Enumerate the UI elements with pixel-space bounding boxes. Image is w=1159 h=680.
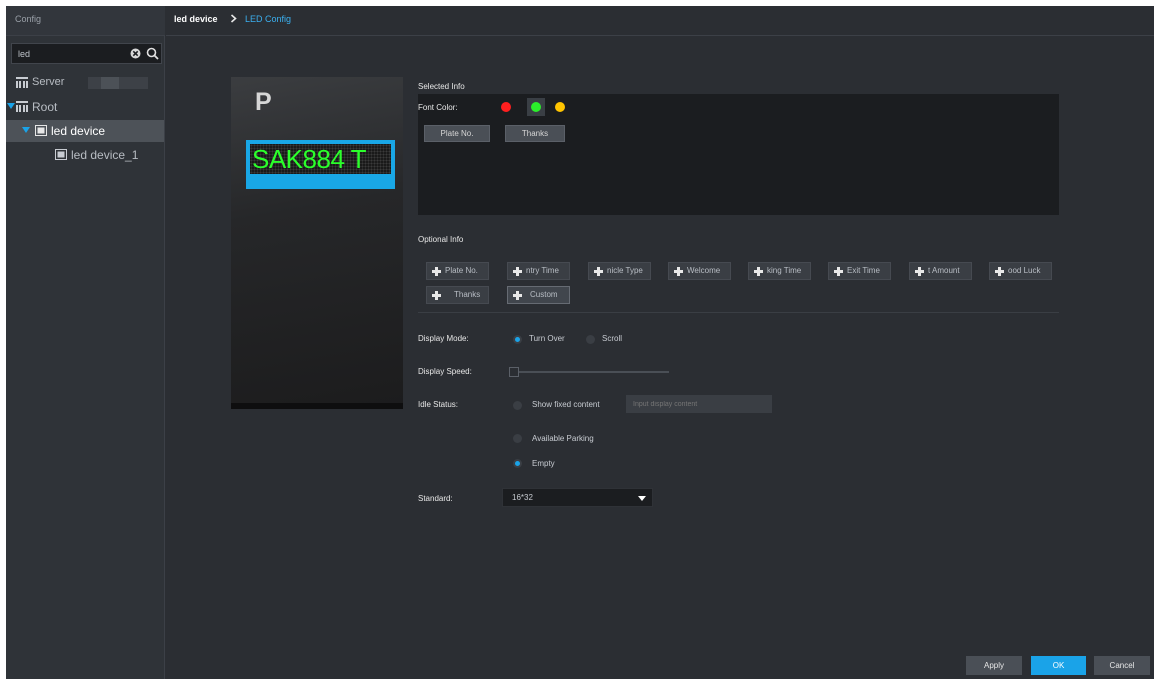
slider-track bbox=[509, 371, 669, 373]
plus-icon bbox=[594, 267, 603, 276]
selected-info-title: Selected Info bbox=[418, 82, 465, 91]
optional-chip-parking-time[interactable]: king Time bbox=[748, 262, 811, 280]
radio-available-parking[interactable] bbox=[513, 434, 522, 443]
search-input[interactable] bbox=[18, 47, 118, 60]
optional-chip-thanks[interactable]: Thanks bbox=[426, 286, 489, 304]
display-speed-slider[interactable] bbox=[509, 367, 669, 377]
optional-chip-plate-no[interactable]: Plate No. bbox=[426, 262, 489, 280]
plus-icon bbox=[754, 267, 763, 276]
tree-item-led-device[interactable]: led device bbox=[6, 120, 164, 142]
idle-status-label: Idle Status: bbox=[418, 400, 459, 409]
optional-chip-amount[interactable]: t Amount bbox=[909, 262, 972, 280]
optional-chip-custom[interactable]: Custom bbox=[507, 286, 570, 304]
led-screen: SAK884 T bbox=[246, 140, 395, 189]
tree-label-server: Server bbox=[32, 76, 65, 88]
standard-label: Standard: bbox=[418, 494, 453, 503]
cancel-button[interactable]: Cancel bbox=[1094, 656, 1150, 675]
led-config-window: Config Server bbox=[6, 6, 1154, 679]
led-device-icon bbox=[35, 125, 47, 136]
radio-show-fixed-label[interactable]: Show fixed content bbox=[532, 400, 600, 409]
optional-chip-good-luck[interactable]: ood Luck bbox=[989, 262, 1052, 280]
led-plate-text: SAK884 T bbox=[252, 144, 367, 174]
clear-icon[interactable] bbox=[130, 48, 141, 59]
sidebar-header: Config bbox=[6, 6, 165, 36]
fixed-content-input[interactable] bbox=[626, 395, 772, 413]
color-green-swatch[interactable] bbox=[531, 102, 541, 112]
radio-empty-label[interactable]: Empty bbox=[532, 459, 555, 468]
expand-arrow-icon[interactable] bbox=[7, 103, 15, 109]
sidebar: Config Server bbox=[6, 6, 165, 679]
plus-icon bbox=[915, 267, 924, 276]
preview-base bbox=[231, 403, 403, 409]
radio-turn-over[interactable] bbox=[513, 335, 522, 344]
tree-label-led-device: led device bbox=[51, 124, 106, 138]
optional-chip-entry-time[interactable]: ntry Time bbox=[507, 262, 570, 280]
color-yellow-swatch[interactable] bbox=[555, 102, 565, 112]
search-box bbox=[11, 43, 162, 64]
tree-label-led-device-1: led device_1 bbox=[71, 148, 139, 162]
led-preview: P SAK884 T bbox=[231, 77, 403, 409]
standard-value: 16*32 bbox=[512, 493, 533, 502]
tree-label-root: Root bbox=[32, 100, 58, 114]
display-speed-label: Display Speed: bbox=[418, 367, 472, 376]
search-icon[interactable] bbox=[146, 47, 159, 60]
section-divider bbox=[418, 312, 1059, 313]
tree-item-root[interactable]: Root bbox=[6, 96, 164, 118]
apply-button[interactable]: Apply bbox=[966, 656, 1022, 675]
chevron-down-icon bbox=[638, 496, 646, 501]
expand-arrow-icon[interactable] bbox=[22, 127, 30, 133]
plus-icon bbox=[674, 267, 683, 276]
optional-chip-vehicle-type[interactable]: nicle Type bbox=[588, 262, 651, 280]
radio-available-parking-label[interactable]: Available Parking bbox=[532, 434, 594, 443]
breadcrumb-device[interactable]: led device bbox=[174, 14, 218, 24]
radio-show-fixed[interactable] bbox=[513, 401, 522, 410]
radio-scroll[interactable] bbox=[586, 335, 595, 344]
color-red-swatch[interactable] bbox=[501, 102, 511, 112]
server-icon bbox=[16, 77, 28, 88]
breadcrumb-current: LED Config bbox=[245, 14, 292, 24]
radio-empty[interactable] bbox=[513, 459, 522, 468]
ok-button[interactable]: OK bbox=[1031, 656, 1086, 675]
plus-icon bbox=[432, 291, 441, 300]
breadcrumb: led device LED Config bbox=[166, 6, 1154, 36]
parking-logo: P bbox=[255, 88, 272, 116]
sidebar-title: Config bbox=[15, 14, 42, 24]
plus-icon bbox=[513, 267, 522, 276]
server-name-redacted bbox=[88, 77, 148, 89]
plus-icon bbox=[513, 291, 522, 300]
plus-icon bbox=[995, 267, 1004, 276]
display-mode-label: Display Mode: bbox=[418, 334, 469, 343]
optional-chip-welcome[interactable]: Welcome bbox=[668, 262, 731, 280]
standard-select[interactable]: 16*32 bbox=[502, 488, 653, 507]
selected-info-panel bbox=[418, 94, 1059, 215]
chevron-right-icon bbox=[230, 14, 237, 23]
selected-chip-plate-no[interactable]: Plate No. bbox=[424, 125, 490, 142]
plus-icon bbox=[834, 267, 843, 276]
optional-info-title: Optional Info bbox=[418, 235, 464, 244]
led-device-icon bbox=[55, 149, 67, 160]
plus-icon bbox=[432, 267, 441, 276]
radio-turn-over-label[interactable]: Turn Over bbox=[529, 334, 565, 343]
tree-item-led-device-1[interactable]: led device_1 bbox=[6, 144, 164, 166]
root-icon bbox=[16, 101, 28, 112]
slider-thumb[interactable] bbox=[509, 367, 519, 377]
selected-chip-thanks[interactable]: Thanks bbox=[505, 125, 565, 142]
radio-scroll-label[interactable]: Scroll bbox=[602, 334, 622, 343]
optional-chip-exit-time[interactable]: Exit Time bbox=[828, 262, 891, 280]
tree-item-server[interactable]: Server bbox=[6, 72, 164, 94]
led-matrix: SAK884 T bbox=[250, 144, 391, 174]
font-color-label: Font Color: bbox=[418, 103, 458, 112]
